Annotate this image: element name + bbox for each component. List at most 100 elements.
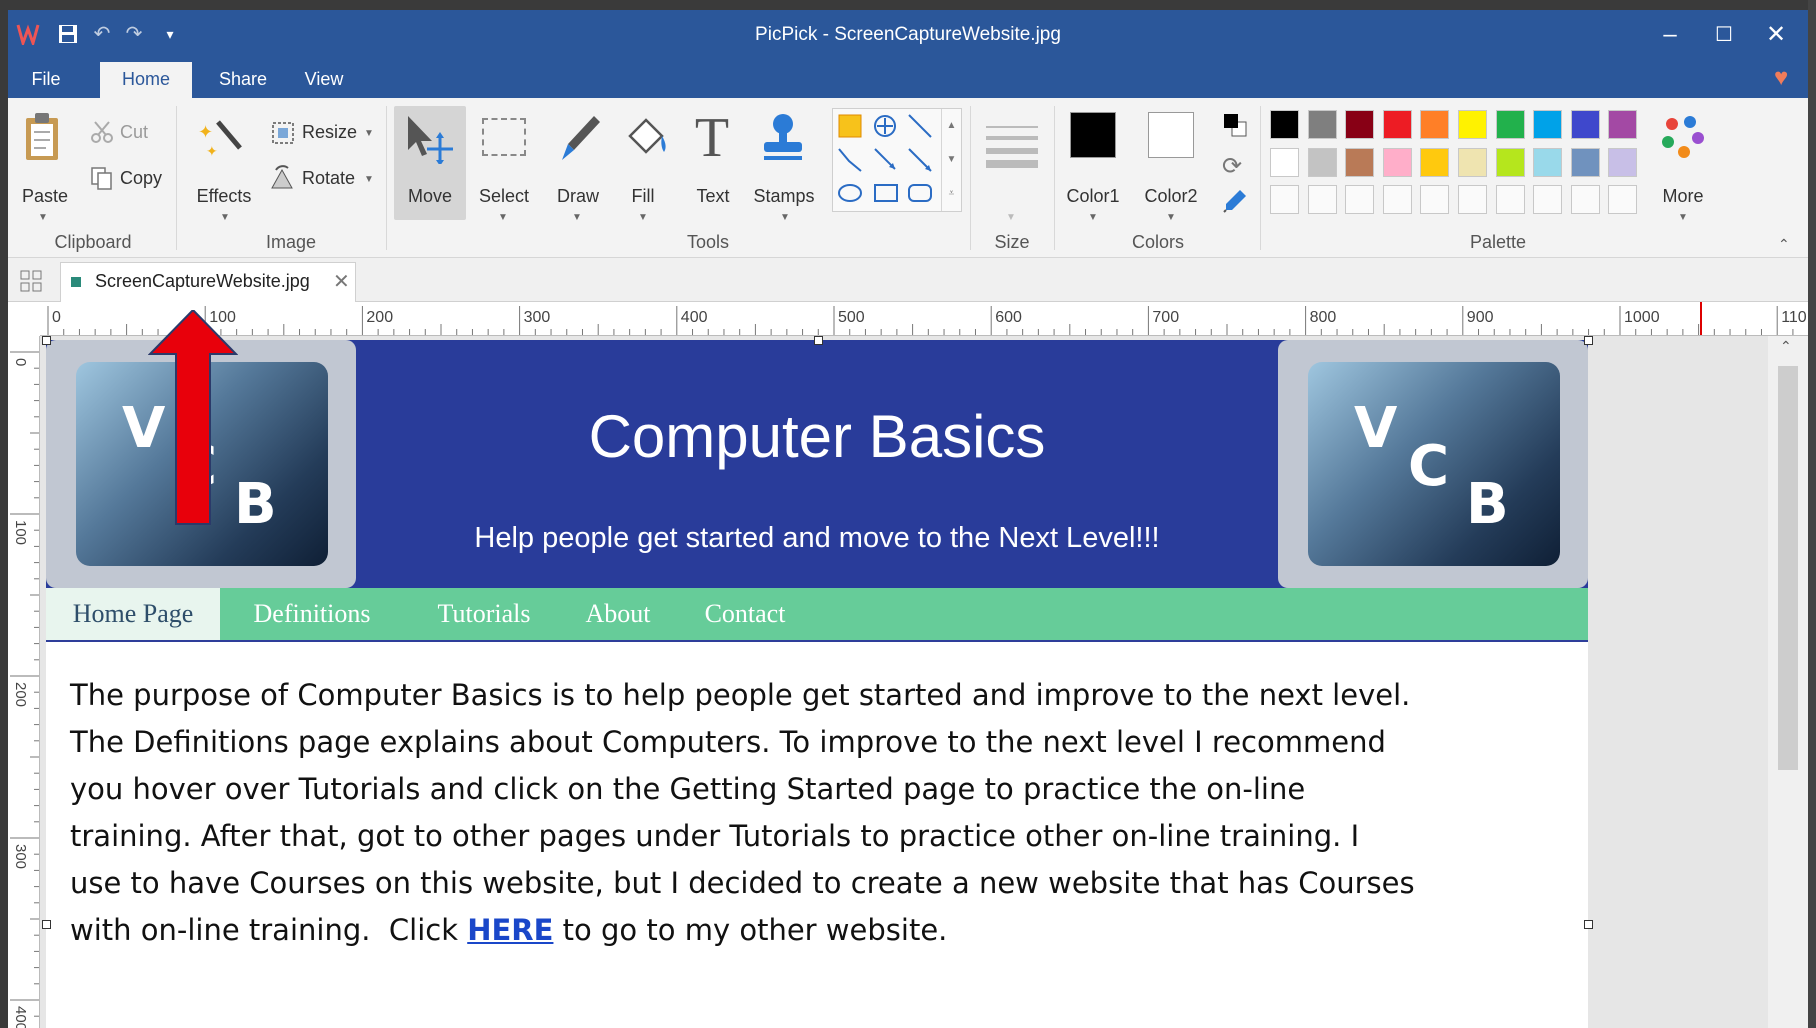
effects-dropdown-icon[interactable]: ▼ (220, 212, 230, 223)
color-swap-default-icon[interactable] (1222, 112, 1248, 138)
resize-icon[interactable] (270, 120, 296, 146)
resize-handle[interactable] (814, 336, 823, 345)
color2-button[interactable]: Color2 (1140, 186, 1202, 207)
color1-dropdown-icon[interactable]: ▼ (1088, 212, 1098, 223)
copy-icon[interactable] (90, 166, 114, 190)
resize-handle[interactable] (42, 336, 51, 345)
palette-swatch[interactable] (1382, 110, 1412, 139)
palette-swatch-empty[interactable] (1608, 185, 1638, 215)
rotate-icon[interactable] (270, 164, 296, 190)
palette-swatch[interactable] (1608, 147, 1638, 177)
document-tab-close-icon[interactable]: ✕ (333, 269, 350, 294)
color2-dropdown-icon[interactable]: ▼ (1166, 212, 1176, 223)
rotate-button[interactable]: Rotate (302, 168, 355, 189)
resize-button[interactable]: Resize (302, 122, 357, 143)
close-icon[interactable]: ✕ (1752, 18, 1800, 52)
document-tab[interactable]: ScreenCaptureWebsite.jpg ✕ (60, 262, 356, 302)
palette-swatch[interactable] (1420, 147, 1450, 177)
fill-button[interactable]: Fill (618, 186, 668, 207)
more-button[interactable]: More (1656, 186, 1710, 207)
effects-icon[interactable]: ✦ ✦ (196, 112, 244, 160)
paste-icon[interactable] (22, 110, 62, 162)
palette-swatch[interactable] (1420, 110, 1450, 139)
select-button[interactable]: Select (474, 186, 534, 207)
color1-swatch[interactable] (1070, 112, 1116, 158)
palette-swatch-empty[interactable] (1533, 185, 1563, 215)
text-tool-icon[interactable]: T (692, 106, 732, 169)
collapse-ribbon-icon[interactable]: ⌃ (1778, 236, 1790, 253)
stamps-button[interactable]: Stamps (752, 186, 816, 207)
here-link[interactable]: HERE (467, 913, 553, 947)
palette-swatch[interactable] (1270, 110, 1299, 139)
paste-button[interactable]: Paste (22, 186, 68, 207)
image-canvas[interactable]: V C B Computer Basics Help people get st… (46, 340, 1588, 1028)
minimize-icon[interactable]: – (1646, 18, 1694, 52)
maximize-icon[interactable]: ☐ (1700, 18, 1748, 52)
tab-view[interactable]: View (294, 62, 354, 98)
nav-tutorials[interactable]: Tutorials (422, 588, 546, 640)
palette-swatch[interactable] (1345, 110, 1375, 139)
palette-swatch[interactable] (1533, 147, 1563, 177)
stamps-dropdown-icon[interactable]: ▼ (780, 212, 790, 223)
cut-button[interactable]: Cut (120, 122, 148, 143)
text-button[interactable]: Text (688, 186, 738, 207)
scroll-up-icon[interactable]: ⌃ (1780, 338, 1792, 355)
palette-swatch[interactable] (1382, 147, 1412, 177)
palette-swatch[interactable] (1570, 110, 1600, 139)
select-dropdown-icon[interactable]: ▼ (498, 212, 508, 223)
palette-swatch-empty[interactable] (1382, 185, 1412, 215)
palette-swatch-empty[interactable] (1270, 185, 1299, 215)
fill-icon[interactable] (620, 112, 670, 164)
size-dropdown-icon[interactable]: ▼ (1006, 212, 1016, 223)
paste-dropdown-icon[interactable]: ▼ (38, 212, 48, 223)
rotate-dropdown-icon[interactable]: ▼ (364, 174, 374, 185)
palette-swatch[interactable] (1608, 110, 1638, 139)
draw-dropdown-icon[interactable]: ▼ (572, 212, 582, 223)
palette-swatch[interactable] (1570, 147, 1600, 177)
tab-file[interactable]: File (18, 62, 74, 98)
swap-colors-icon[interactable]: ⟳ (1222, 152, 1248, 180)
nav-home-page[interactable]: Home Page (46, 588, 220, 640)
fill-dropdown-icon[interactable]: ▼ (638, 212, 648, 223)
move-button[interactable]: Move (400, 186, 460, 207)
palette-swatch-empty[interactable] (1345, 185, 1375, 215)
nav-contact[interactable]: Contact (690, 588, 800, 640)
resize-dropdown-icon[interactable]: ▼ (364, 128, 374, 139)
move-icon[interactable] (404, 114, 456, 166)
palette-swatch[interactable] (1458, 110, 1487, 139)
palette-swatch[interactable] (1495, 110, 1525, 139)
draw-button[interactable]: Draw (548, 186, 608, 207)
palette-swatch[interactable] (1270, 147, 1299, 177)
select-icon[interactable] (482, 118, 526, 156)
palette-swatch-empty[interactable] (1495, 185, 1525, 215)
copy-button[interactable]: Copy (120, 168, 162, 189)
resize-handle[interactable] (1584, 336, 1593, 345)
palette-swatch-empty[interactable] (1570, 185, 1600, 215)
line-size-icon[interactable] (986, 124, 1038, 168)
palette-swatch-empty[interactable] (1420, 185, 1450, 215)
palette-swatch[interactable] (1307, 147, 1337, 177)
color1-button[interactable]: Color1 (1062, 186, 1124, 207)
palette-swatch[interactable] (1307, 110, 1337, 139)
stamps-icon[interactable] (758, 110, 808, 166)
color-picker-icon[interactable] (1222, 188, 1248, 214)
palette-swatch-empty[interactable] (1307, 185, 1337, 215)
tab-home[interactable]: Home (100, 62, 192, 98)
resize-handle[interactable] (42, 920, 51, 929)
shape-gallery-scroll[interactable]: ▲ ▼ ⩡ (941, 109, 961, 211)
palette-swatch-empty[interactable] (1458, 185, 1487, 215)
palette-swatch[interactable] (1533, 110, 1563, 139)
palette-swatch[interactable] (1458, 147, 1487, 177)
tab-share[interactable]: Share (208, 62, 278, 98)
resize-handle[interactable] (1584, 920, 1593, 929)
palette-swatch[interactable] (1495, 147, 1525, 177)
tab-overview-icon[interactable] (20, 270, 42, 292)
cut-icon[interactable] (90, 120, 114, 144)
effects-button[interactable]: Effects (194, 186, 254, 207)
scrollbar-thumb[interactable] (1778, 366, 1798, 770)
more-colors-icon[interactable] (1658, 114, 1708, 164)
heart-icon[interactable]: ♥ (1774, 64, 1788, 92)
nav-definitions[interactable]: Definitions (234, 588, 390, 640)
palette-swatch[interactable] (1345, 147, 1375, 177)
color2-swatch[interactable] (1148, 112, 1194, 158)
